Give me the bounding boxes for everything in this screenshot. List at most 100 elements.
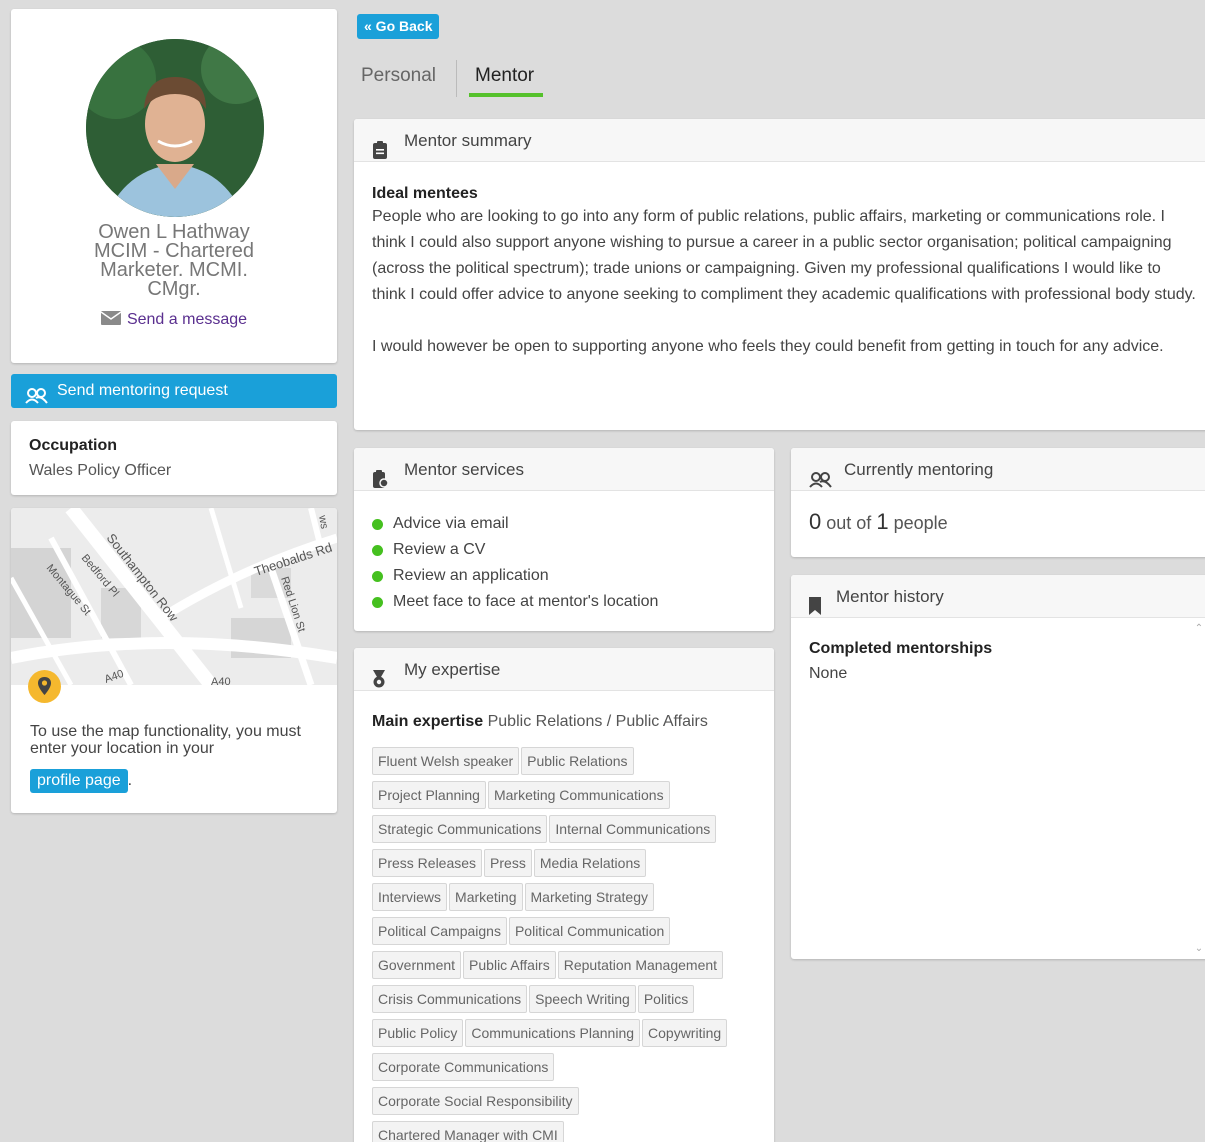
services-list: Advice via email Review a CV Review an a… (354, 491, 774, 631)
tag-row: Fluent Welsh speaker Public Relations (372, 747, 760, 781)
my-expertise-title: My expertise (404, 660, 501, 679)
expertise-tag: Politics (637, 985, 695, 1013)
active-tab-indicator (469, 93, 543, 97)
tag-row: Press Releases Press Media Relations (372, 849, 760, 883)
expertise-tag: Public Affairs (463, 951, 556, 979)
currently-mentoring-body: 0 out of 1 people (791, 491, 1205, 553)
map-area[interactable]: Southampton Row Theobalds Rd Bedford Pl … (11, 508, 337, 685)
mentor-summary-title: Mentor summary (404, 131, 532, 150)
medal-icon (372, 661, 386, 704)
expertise-tag: Political Communication (508, 917, 671, 945)
map-link-suffix: . (127, 772, 133, 789)
my-expertise-header: My expertise (354, 648, 774, 691)
service-status-dot (372, 597, 383, 608)
send-message-link[interactable]: Send a message (11, 311, 337, 330)
expertise-tag: Strategic Communications (372, 815, 548, 843)
occupation-value: Wales Policy Officer (29, 462, 172, 479)
tag-row: Strategic Communications Internal Communi… (372, 815, 760, 849)
currently-mentoring-header: Currently mentoring (791, 448, 1205, 491)
expertise-tag: Public Relations (521, 747, 634, 775)
main-expertise-label: Main expertise (372, 713, 484, 730)
currently-mentoring-title: Currently mentoring (844, 460, 994, 479)
ideal-mentees-label: Ideal mentees (372, 185, 478, 202)
map-street-label: A40 (211, 676, 231, 685)
expertise-tag: Public Policy (372, 1019, 464, 1047)
expertise-tag: Government (372, 951, 462, 979)
mentor-summary-header: Mentor summary (354, 119, 1205, 162)
clipboard-icon (372, 132, 388, 175)
tag-row: Interviews Marketing Marketing Strategy (372, 883, 760, 917)
tab-divider (456, 60, 457, 97)
send-mentoring-request-button[interactable]: Send mentoring request (11, 374, 337, 408)
users-icon (809, 461, 833, 504)
expertise-tag: Media Relations (533, 849, 647, 877)
envelope-icon (100, 311, 122, 330)
users-icon (25, 383, 49, 417)
expertise-tag: Chartered Manager with CMI (372, 1121, 564, 1142)
service-item-label: Review a CV (393, 541, 486, 558)
service-item: Review an application (372, 563, 756, 589)
completed-mentorships-value: None (809, 665, 848, 682)
scroll-down-icon[interactable]: ⌄ (1193, 943, 1205, 955)
my-expertise-card: My expertise Main expertise Public Relat… (354, 648, 774, 1142)
go-back-button[interactable]: « Go Back (357, 14, 440, 39)
mentor-services-header: Mentor services (354, 448, 774, 491)
occupation-card: Occupation Wales Policy Officer (11, 421, 337, 495)
tag-row: Public Policy Communications Planning Copy… (372, 1019, 760, 1053)
main-expertise: Main expertise Public Relations / Public… (354, 691, 774, 731)
expertise-tag: Marketing Strategy (524, 883, 654, 911)
expertise-tag: Marketing Communications (487, 781, 670, 809)
scroll-up-icon[interactable]: ⌃ (1193, 623, 1205, 635)
expertise-tag: Marketing (449, 883, 523, 911)
mentor-history-card: Mentor history Completed mentorships Non… (791, 575, 1205, 959)
expertise-tag: Corporate Communications (372, 1053, 555, 1081)
service-item-label: Review an application (393, 567, 549, 584)
current-mentee-count: 0 (809, 509, 822, 534)
service-item: Review a CV (372, 537, 756, 563)
mentor-services-title: Mentor services (404, 460, 524, 479)
profile-page-link[interactable]: profile page (30, 769, 128, 793)
expertise-tag: Fluent Welsh speaker (372, 747, 520, 775)
out-of-label: out of (826, 513, 872, 533)
tag-row: Chartered Manager with CMI (372, 1121, 760, 1142)
map-street-label: ws (316, 513, 330, 530)
service-status-dot (372, 571, 383, 582)
map-link-row: profile page. (30, 769, 132, 793)
send-message-label: Send a message (126, 311, 248, 328)
tab-mentor[interactable]: Mentor (475, 65, 534, 87)
avatar (86, 39, 264, 217)
expertise-tag: Political Campaigns (372, 917, 507, 945)
completed-mentorships-label: Completed mentorships (809, 640, 993, 657)
mentor-history-body: Completed mentorships None (791, 618, 1205, 705)
profile-name: Owen L Hathway MCIM - Chartered Marketer… (31, 222, 317, 299)
location-pin-icon (28, 670, 61, 703)
expertise-tag: Press (484, 849, 532, 877)
expertise-tag: Interviews (372, 883, 448, 911)
expertise-tags: Fluent Welsh speaker Public Relations Proj… (354, 731, 774, 1142)
expertise-tag: Corporate Social Responsibility (372, 1087, 579, 1115)
service-item: Meet face to face at mentor's location (372, 589, 756, 615)
mentor-history-title: Mentor history (836, 587, 944, 606)
expertise-tag: Copywriting (642, 1019, 728, 1047)
occupation-label: Occupation (29, 437, 118, 454)
mentor-summary-body: Ideal mentees People who are looking to … (354, 162, 1205, 360)
map-card: Southampton Row Theobalds Rd Bedford Pl … (11, 508, 337, 813)
service-status-dot (372, 519, 383, 530)
expertise-tag: Crisis Communications (372, 985, 528, 1013)
history-scrollbar[interactable]: ⌃ ⌄ (1193, 619, 1205, 957)
mentor-services-card: Mentor services Advice via email Review … (354, 448, 774, 631)
service-item: Advice via email (372, 511, 756, 537)
send-mentoring-request-label: Send mentoring request (57, 382, 228, 399)
profile-card: Owen L Hathway MCIM - Chartered Marketer… (11, 9, 337, 363)
tag-row: Government Public Affairs Reputation Manag… (372, 951, 760, 985)
tag-row: Corporate Social Responsibility (372, 1087, 760, 1121)
tag-row: Corporate Communications (372, 1053, 760, 1087)
expertise-tag: Internal Communications (549, 815, 717, 843)
tag-row: Project Planning Marketing Communications (372, 781, 760, 815)
map-image: Southampton Row Theobalds Rd Bedford Pl … (11, 508, 337, 685)
main-expertise-value: Public Relations / Public Affairs (487, 713, 708, 730)
expertise-tag: Reputation Management (557, 951, 724, 979)
tag-row: Crisis Communications Speech Writing Polit… (372, 985, 760, 1019)
tab-personal[interactable]: Personal (361, 65, 436, 87)
mentee-capacity: 1 (876, 509, 889, 534)
